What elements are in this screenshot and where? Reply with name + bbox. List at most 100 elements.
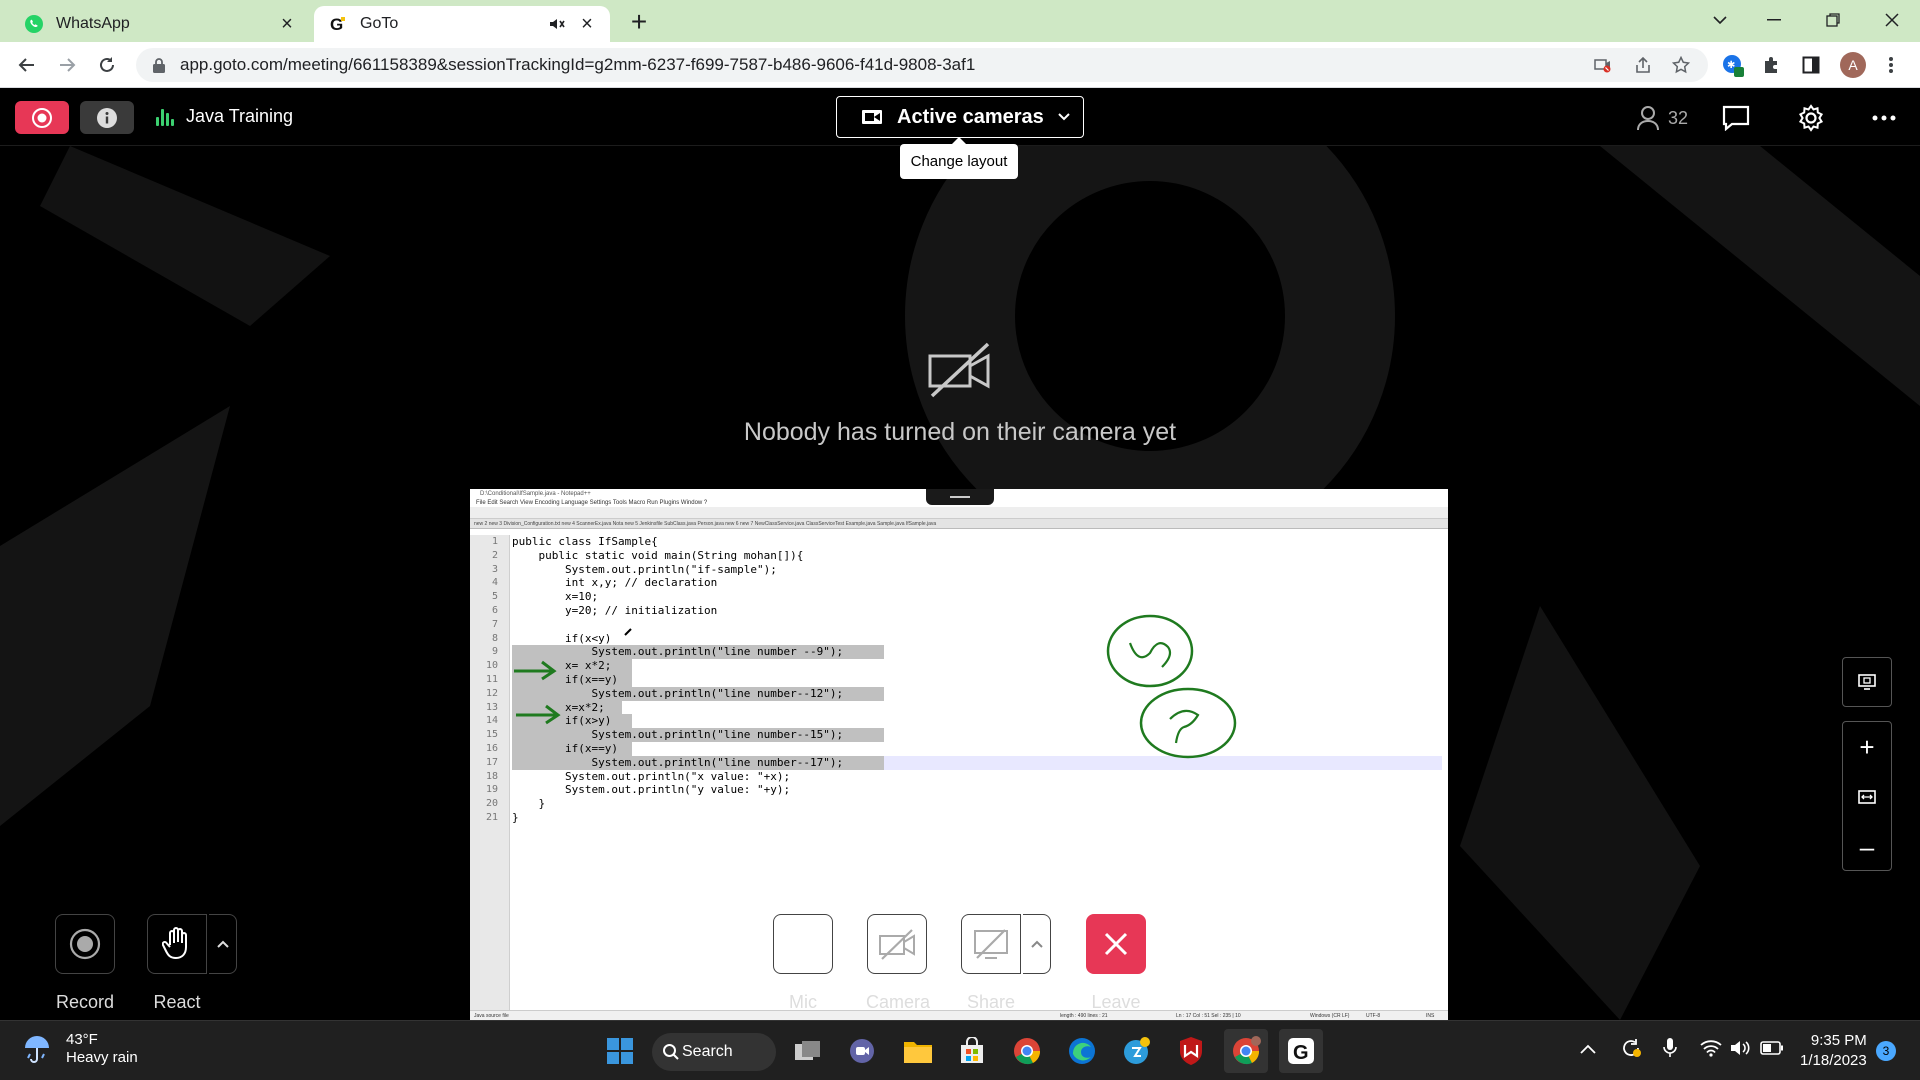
meeting-stage: Nobody has turned on their camera yet D:…	[0, 146, 1920, 1020]
zoom-fit-button[interactable]	[1843, 772, 1891, 822]
volume-icon[interactable]	[1730, 1039, 1752, 1060]
share-page-icon[interactable]	[1628, 50, 1658, 80]
svg-text:G: G	[1293, 1042, 1309, 1064]
participant-count: 32	[1668, 107, 1689, 128]
edge-icon[interactable]	[1060, 1029, 1104, 1073]
active-cameras-dropdown[interactable]: Active cameras	[836, 96, 1084, 138]
back-icon[interactable]	[12, 50, 42, 80]
taskbar-clock[interactable]: 9:35 PM 1/18/2023	[1800, 1031, 1867, 1071]
windows-taskbar: 43°F Heavy rain Search G 9:35 PM 1/18/20…	[0, 1020, 1920, 1080]
windows-icon	[607, 1038, 633, 1064]
mic-muted-icon	[788, 926, 818, 962]
profile-avatar[interactable]: A	[1840, 52, 1866, 78]
mic-control[interactable]: Mic	[772, 914, 834, 1013]
tab-whatsapp[interactable]: WhatsApp ×	[10, 6, 310, 42]
more-options-button[interactable]	[1872, 103, 1896, 133]
leave-control[interactable]: Leave	[1085, 914, 1147, 1013]
notepad-tabs: new 2 new 3 Division_Configuration.txt n…	[470, 519, 1448, 529]
screen-fit-icon	[1858, 674, 1876, 690]
meeting-title-text: Java Training	[186, 106, 294, 126]
wifi-icon[interactable]	[1700, 1039, 1722, 1060]
mic-button[interactable]	[773, 914, 833, 974]
reload-icon[interactable]	[92, 50, 122, 80]
goto-app-icon[interactable]: G	[1279, 1029, 1323, 1073]
tab-goto[interactable]: G GoTo ×	[314, 6, 610, 42]
close-window-icon[interactable]	[1872, 4, 1912, 36]
share-control[interactable]: Share	[960, 914, 1022, 1013]
share-drag-handle[interactable]	[926, 489, 994, 505]
extension-badge-icon[interactable]: ✱	[1718, 50, 1748, 80]
file-explorer-icon[interactable]	[896, 1029, 940, 1073]
settings-button[interactable]	[1797, 103, 1825, 133]
browser-menu-icon[interactable]	[1876, 50, 1906, 80]
show-hidden-icons[interactable]	[1580, 1041, 1596, 1057]
react-control[interactable]: React	[146, 914, 208, 1013]
chrome-icon[interactable]	[1005, 1029, 1049, 1073]
forward-icon[interactable]	[52, 50, 82, 80]
screen-share-off-icon	[974, 929, 1008, 959]
chat-button[interactable]	[1722, 103, 1750, 133]
camera-button[interactable]	[867, 914, 927, 974]
side-panel-icon[interactable]	[1796, 50, 1826, 80]
shared-screen[interactable]: D:\Conditional\IfSample.java - Notepad++…	[470, 489, 1448, 1020]
close-tab-icon[interactable]: ×	[278, 14, 296, 34]
app-icon[interactable]	[1115, 1029, 1159, 1073]
close-tab-icon[interactable]: ×	[578, 14, 596, 34]
react-options-button[interactable]	[209, 914, 237, 974]
share-label: Share	[966, 992, 1016, 1012]
notepad-toolbar	[470, 507, 1448, 519]
info-icon	[97, 107, 117, 128]
bookmark-star-icon[interactable]	[1666, 50, 1696, 80]
extensions-puzzle-icon[interactable]	[1756, 50, 1786, 80]
search-icon	[663, 1044, 679, 1060]
task-view-icon[interactable]	[786, 1029, 830, 1073]
new-tab-button[interactable]: +	[624, 8, 654, 38]
record-indicator-button[interactable]	[15, 101, 69, 134]
sync-icon[interactable]	[1620, 1037, 1642, 1062]
react-button[interactable]	[147, 914, 207, 974]
start-button[interactable]	[598, 1029, 642, 1073]
chat-icon	[1722, 105, 1750, 131]
share-options-button[interactable]	[1023, 914, 1051, 974]
mic-label: Mic	[789, 992, 817, 1012]
weather-desc: Heavy rain	[66, 1049, 138, 1066]
fit-screen-button[interactable]	[1842, 657, 1892, 707]
leave-button[interactable]	[1086, 914, 1146, 974]
mcafee-icon[interactable]	[1169, 1029, 1213, 1073]
audio-level-icon	[156, 108, 174, 126]
tab-search-icon[interactable]	[1700, 4, 1740, 36]
record-icon	[32, 107, 52, 128]
microphone-icon[interactable]	[1662, 1037, 1678, 1062]
camera-off-icon	[928, 342, 992, 403]
chrome-profile-icon[interactable]	[1224, 1029, 1268, 1073]
chevron-up-icon	[1030, 940, 1043, 948]
tab-title: WhatsApp	[56, 15, 130, 32]
react-label: React	[153, 992, 201, 1012]
record-button[interactable]	[55, 914, 115, 974]
microsoft-store-icon[interactable]	[950, 1029, 994, 1073]
meeting-info-button[interactable]	[80, 101, 134, 134]
camera-control[interactable]: Camera	[866, 914, 930, 1013]
restore-icon[interactable]	[1813, 4, 1853, 36]
clock-time: 9:35 PM	[1810, 1032, 1867, 1049]
weather-widget[interactable]: 43°F Heavy rain	[22, 1031, 138, 1067]
taskbar-search[interactable]: Search	[652, 1033, 776, 1071]
person-icon	[1637, 106, 1659, 131]
chevron-down-icon	[1058, 113, 1070, 121]
battery-icon[interactable]	[1760, 1041, 1784, 1058]
zoom-out-button[interactable]: –	[1843, 822, 1891, 872]
zoom-in-button[interactable]: +	[1843, 722, 1891, 772]
record-control[interactable]: Record	[54, 914, 116, 1013]
minimize-icon[interactable]	[1754, 4, 1794, 36]
more-icon	[1872, 115, 1896, 121]
teams-chat-icon[interactable]	[840, 1029, 884, 1073]
goto-icon: G	[328, 14, 348, 34]
share-button[interactable]	[961, 914, 1021, 974]
notification-badge[interactable]: 3	[1876, 1041, 1896, 1061]
browser-toolbar: app.goto.com/meeting/661158389&sessionTr…	[0, 42, 1920, 88]
close-icon	[1104, 932, 1128, 956]
speaker-muted-icon[interactable]	[548, 15, 566, 33]
camera-blocked-icon[interactable]	[1588, 50, 1618, 80]
participants-button[interactable]: 32	[1636, 103, 1688, 133]
address-bar[interactable]: app.goto.com/meeting/661158389&sessionTr…	[136, 48, 1708, 82]
